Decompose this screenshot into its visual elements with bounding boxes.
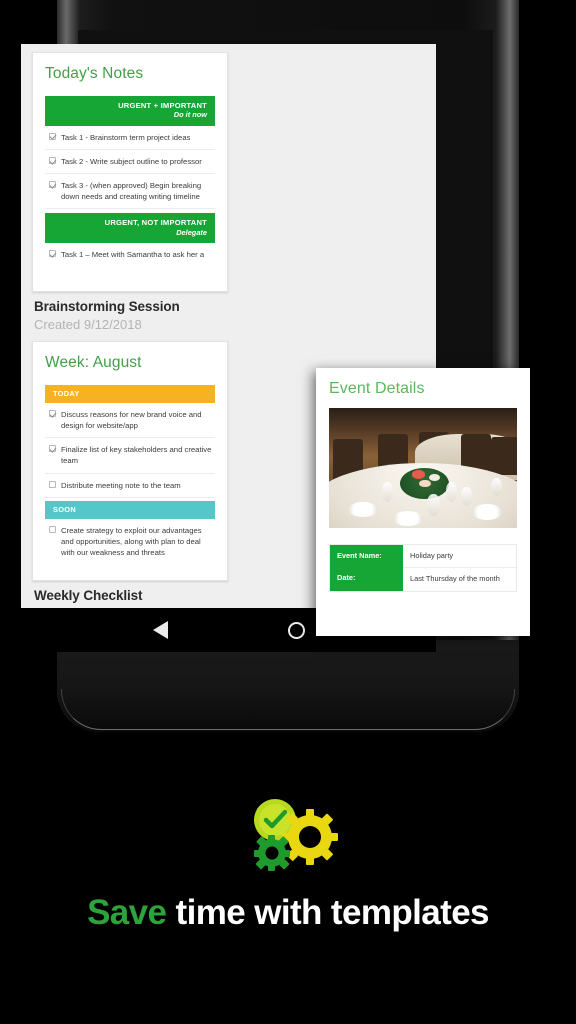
phone-bottom-bezel — [57, 640, 519, 732]
task-label: Create strategy to exploit our advantage… — [61, 525, 202, 558]
checkbox-icon[interactable] — [49, 250, 56, 258]
tagline: Save time with templates — [0, 893, 576, 933]
note-column-left: Today's Notes URGENT + IMPORTANT Do it n… — [32, 52, 228, 332]
promo-screenshot: Today's Notes URGENT + IMPORTANT Do it n… — [0, 0, 576, 1024]
note-card-title: Week: August — [45, 354, 142, 371]
clock-gears-icon — [242, 793, 342, 885]
note-name: Weekly Checklist — [34, 588, 143, 603]
task-item[interactable]: Task 1 – Meet with Samantha to ask her a — [45, 243, 215, 266]
task-label: Task 3 - (when approved) Begin breaking … — [61, 181, 202, 202]
row-value: Holiday party — [403, 545, 516, 569]
event-table-values: Holiday party Last Thursday of the month — [403, 545, 516, 591]
event-photo — [329, 408, 517, 528]
task-item[interactable]: Discuss reasons for new brand voice and … — [45, 403, 215, 439]
banner-line2: Do it now — [173, 110, 207, 120]
event-table-labels: Event Name: Date: — [330, 545, 403, 591]
task-item[interactable]: Create strategy to exploit our advantage… — [45, 519, 215, 564]
banner-urgent-important: URGENT + IMPORTANT Do it now — [45, 96, 215, 126]
pill-today: TODAY — [45, 385, 215, 403]
note-meta-weekly: Weekly Checklist Created 9/12/2018 — [32, 581, 228, 608]
row-label: Event Name: — [337, 551, 382, 560]
home-icon[interactable] — [287, 621, 305, 639]
checkbox-icon[interactable] — [49, 132, 56, 140]
task-item[interactable]: Task 3 - (when approved) Begin breaking … — [45, 174, 215, 210]
task-label: Discuss reasons for new brand voice and … — [61, 410, 202, 431]
checkbox-icon[interactable] — [49, 525, 56, 533]
tagline-rest: time with templates — [166, 893, 490, 932]
banner-urgent-not-important: URGENT, NOT IMPORTANT Delegate — [45, 213, 215, 244]
note-column-right: Week: August TODAY Discuss reasons for n… — [32, 341, 228, 608]
task-item[interactable]: Task 1 - Brainstorm term project ideas — [45, 126, 215, 150]
checkbox-icon[interactable] — [49, 181, 56, 189]
task-label: Task 2 - Write subject outline to profes… — [61, 156, 202, 166]
task-label: Task 1 - Brainstorm term project ideas — [61, 132, 191, 142]
checkbox-icon[interactable] — [49, 480, 56, 488]
banner-line1: URGENT + IMPORTANT — [118, 101, 207, 110]
note-card-todays-notes[interactable]: Today's Notes URGENT + IMPORTANT Do it n… — [32, 52, 228, 292]
task-label: Task 1 – Meet with Samantha to ask her a — [61, 250, 205, 260]
banner-line2: Delegate — [176, 227, 207, 237]
task-label: Finalize list of key stakeholders and cr… — [61, 445, 212, 466]
note-meta-brainstorming: Brainstorming Session Created 9/12/2018 — [32, 292, 228, 332]
note-created-date: Created 9/12/2018 — [34, 317, 142, 332]
task-label: Distribute meeting note to the team — [61, 480, 181, 490]
checkbox-icon[interactable] — [49, 156, 56, 164]
note-card-weekly-checklist[interactable]: Week: August TODAY Discuss reasons for n… — [32, 341, 228, 581]
event-details-card[interactable]: Event Details Event Name: Date: Holiday … — [316, 368, 530, 636]
banner-line1: URGENT, NOT IMPORTANT — [104, 218, 207, 228]
note-card-title: Today's Notes — [45, 65, 144, 82]
task-item[interactable]: Task 2 - Write subject outline to profes… — [45, 150, 215, 175]
back-icon[interactable] — [152, 621, 168, 639]
checkbox-icon[interactable] — [49, 410, 56, 417]
tagline-accent: Save — [87, 893, 167, 932]
pill-soon: SOON — [45, 500, 215, 519]
row-label: Date: — [337, 573, 356, 583]
task-item[interactable]: Distribute meeting note to the team — [45, 474, 215, 498]
event-table: Event Name: Date: Holiday party Last Thu… — [329, 544, 517, 592]
row-value: Last Thursday of the month — [410, 574, 500, 584]
task-item[interactable]: Finalize list of key stakeholders and cr… — [45, 438, 215, 474]
event-card-title: Event Details — [329, 380, 425, 397]
checkbox-icon[interactable] — [49, 445, 56, 453]
note-name: Brainstorming Session — [34, 299, 180, 314]
